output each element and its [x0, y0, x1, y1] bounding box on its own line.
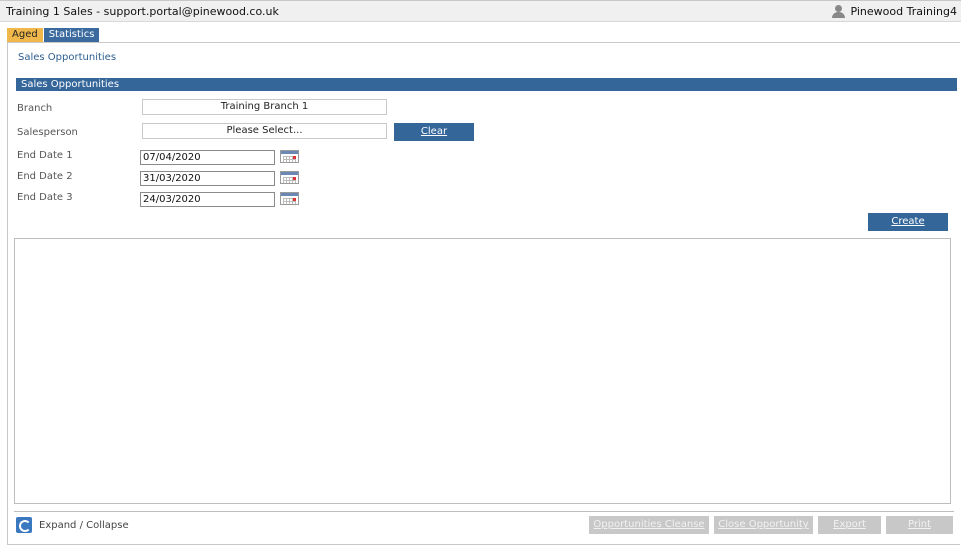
- end-date-1-label: End Date 1: [17, 150, 73, 161]
- create-button[interactable]: Create: [868, 213, 948, 231]
- footer-divider: [14, 511, 954, 512]
- refresh-icon: [16, 517, 32, 533]
- opportunities-cleanse-button[interactable]: Opportunities Cleanse: [589, 516, 709, 534]
- section-header: Sales Opportunities: [16, 78, 957, 91]
- title-bar: Training 1 Sales - support.portal@pinewo…: [0, 0, 961, 22]
- close-opportunity-button[interactable]: Close Opportunity: [714, 516, 813, 534]
- results-area[interactable]: [14, 238, 951, 504]
- clear-button[interactable]: Clear: [394, 123, 474, 141]
- end-date-3-input[interactable]: 24/03/2020: [140, 192, 275, 207]
- window-title: Training 1 Sales - support.portal@pinewo…: [6, 5, 279, 18]
- user-info[interactable]: Pinewood Training4: [832, 5, 957, 18]
- end-date-3-label: End Date 3: [17, 192, 73, 203]
- app-window: Training 1 Sales - support.portal@pinewo…: [0, 0, 961, 547]
- print-button[interactable]: Print: [886, 516, 953, 534]
- end-date-2-input[interactable]: 31/03/2020: [140, 171, 275, 186]
- branch-label: Branch: [17, 103, 53, 114]
- page-title: Sales Opportunities: [18, 52, 117, 63]
- export-button[interactable]: Export: [818, 516, 881, 534]
- salesperson-select[interactable]: Please Select...: [142, 123, 387, 139]
- expand-collapse-toggle[interactable]: Expand / Collapse: [16, 517, 129, 533]
- user-name: Pinewood Training4: [850, 5, 957, 18]
- tab-strip: Aged Statistics: [7, 28, 100, 42]
- main-panel: Sales Opportunities Sales Opportunities …: [7, 42, 960, 545]
- expand-collapse-label: Expand / Collapse: [39, 519, 129, 531]
- branch-select[interactable]: Training Branch 1: [142, 99, 387, 115]
- calendar-icon[interactable]: [280, 171, 299, 184]
- end-date-1-input[interactable]: 07/04/2020: [140, 150, 275, 165]
- calendar-icon[interactable]: [280, 192, 299, 205]
- tab-aged[interactable]: Aged: [7, 28, 43, 42]
- tab-statistics[interactable]: Statistics: [43, 28, 100, 42]
- calendar-icon[interactable]: [280, 150, 299, 163]
- salesperson-label: Salesperson: [17, 127, 78, 138]
- end-date-2-label: End Date 2: [17, 171, 73, 182]
- user-icon: [832, 5, 846, 18]
